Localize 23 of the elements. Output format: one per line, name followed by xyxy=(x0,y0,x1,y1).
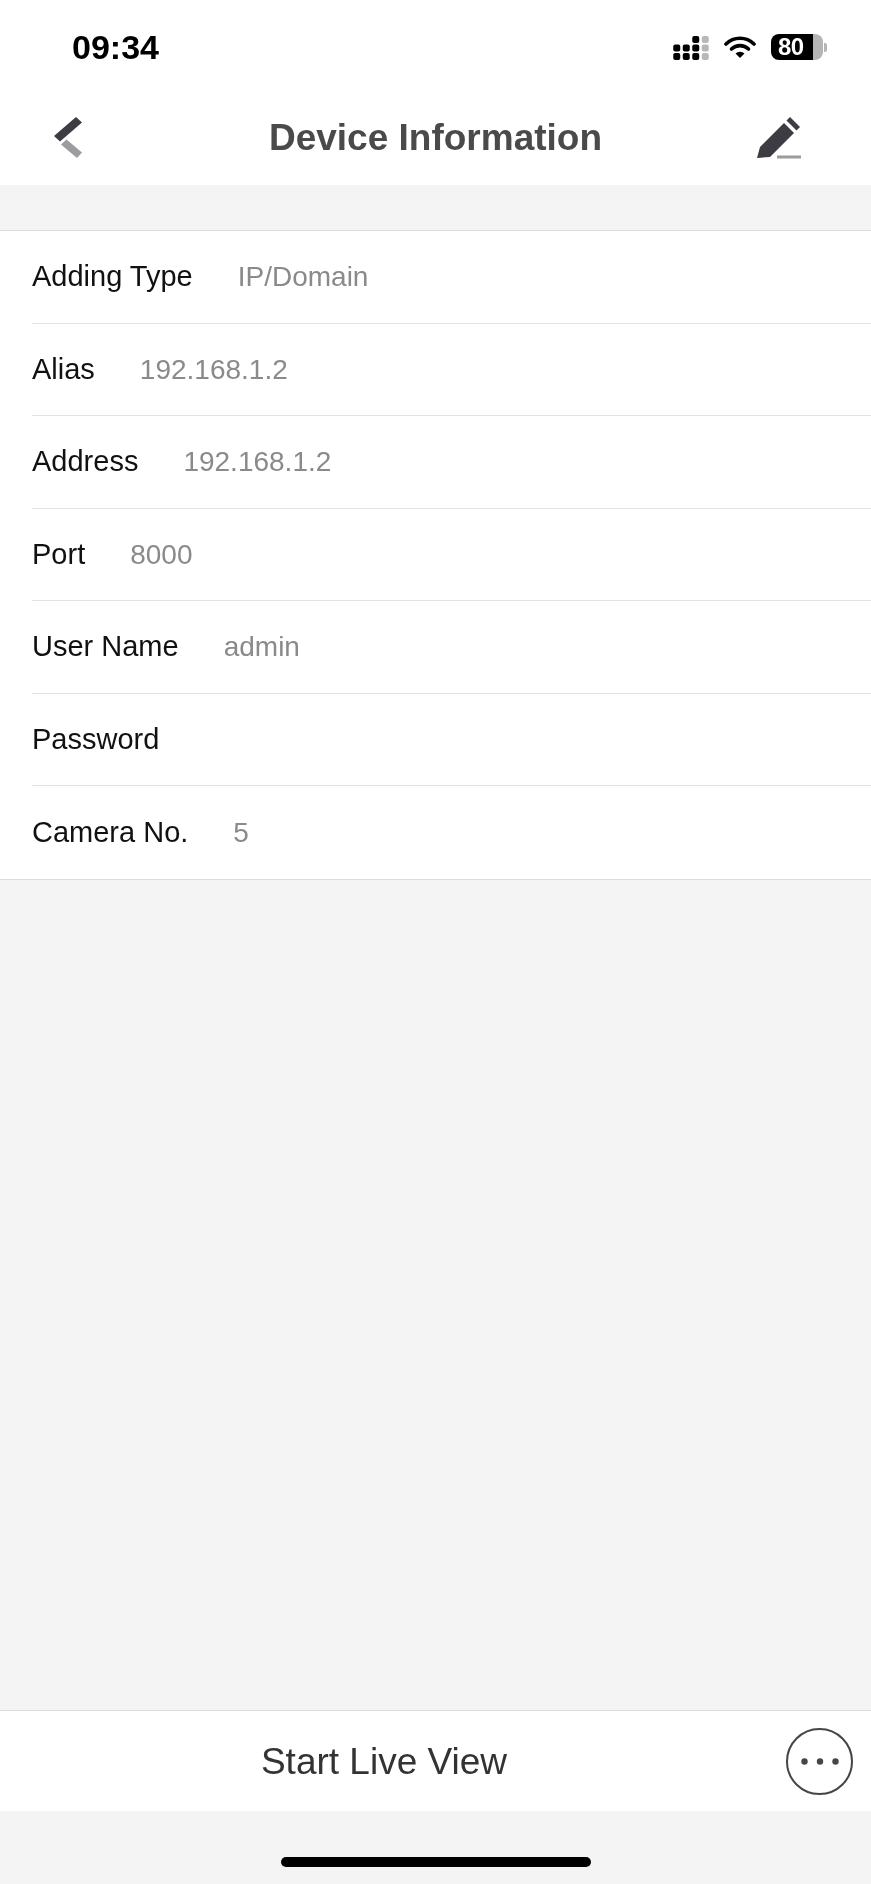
more-button[interactable] xyxy=(786,1727,853,1795)
battery-indicator: 80 xyxy=(771,34,827,60)
field-value: 192.168.1.2 xyxy=(183,448,332,477)
back-chevron-icon xyxy=(54,117,82,158)
field-label: Alias xyxy=(32,354,95,384)
field-label: Password xyxy=(32,724,160,754)
field-label: Address xyxy=(32,447,139,477)
signal-icon xyxy=(673,34,709,60)
field-label: Adding Type xyxy=(32,262,193,292)
field-label: Camera No. xyxy=(32,817,189,847)
field-value: 192.168.1.2 xyxy=(139,355,288,384)
page-title: Device Information xyxy=(268,119,603,156)
status-time: 09:34 xyxy=(72,30,159,64)
field-value: IP/Domain xyxy=(237,263,369,292)
field-value: 5 xyxy=(233,818,249,847)
field-value: 8000 xyxy=(130,540,193,569)
field-label: User Name xyxy=(32,632,179,662)
field-label: Port xyxy=(32,539,86,569)
start-live-view-button[interactable]: Start Live View xyxy=(0,1711,768,1811)
pencil-icon xyxy=(757,116,801,159)
wifi-icon xyxy=(724,35,756,59)
more-dots-icon xyxy=(800,1757,839,1765)
field-value: admin xyxy=(223,633,300,662)
